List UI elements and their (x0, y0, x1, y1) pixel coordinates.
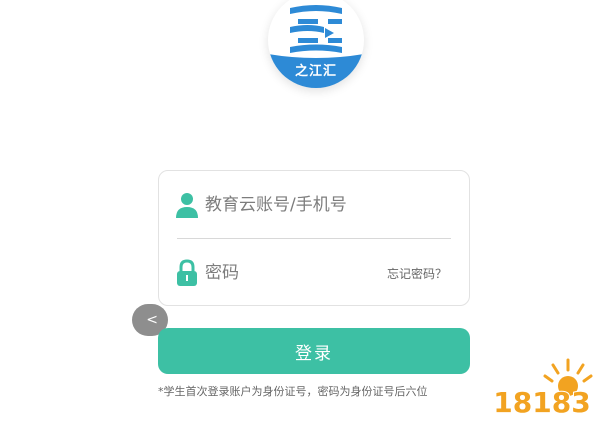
login-note: *学生首次登录账户为身份证号，密码为身份证号后六位 (158, 385, 428, 398)
field-divider (177, 238, 451, 239)
lock-icon (177, 259, 197, 286)
username-row (159, 175, 469, 235)
login-button[interactable]: 登录 (158, 328, 470, 374)
logo-name: 之江汇 (294, 64, 337, 79)
watermark-graphic: 18183 (492, 358, 593, 420)
watermark-logo: 18183 (490, 356, 594, 420)
user-icon (176, 193, 198, 218)
forgot-password-link[interactable]: 忘记密码？ (387, 265, 447, 282)
login-card: 忘记密码？ (158, 170, 470, 306)
password-row: 忘记密码？ (159, 243, 469, 303)
app-logo: 之江汇 (268, 0, 364, 88)
chevron-left-icon: < (146, 312, 158, 328)
watermark-text: 18183 (493, 386, 590, 419)
password-input[interactable] (205, 259, 405, 287)
username-input[interactable] (205, 191, 405, 219)
